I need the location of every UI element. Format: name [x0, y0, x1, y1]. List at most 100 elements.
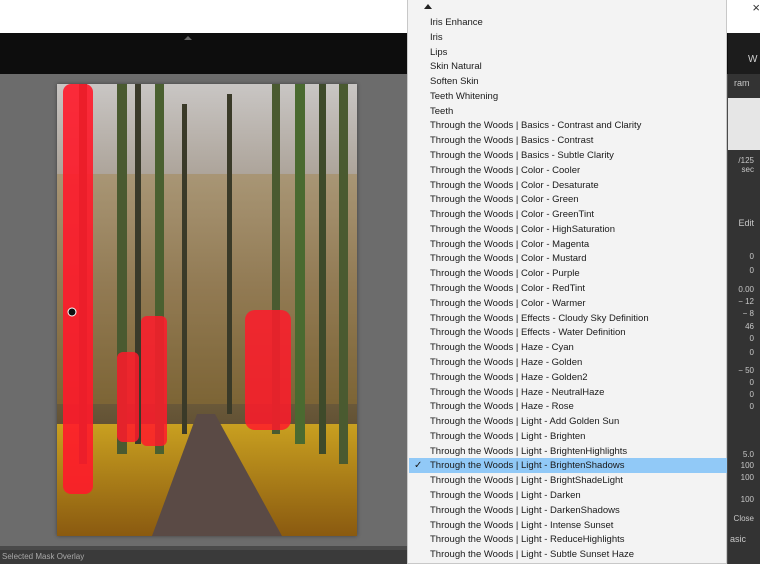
menu-item-label: Through the Woods | Color - Mustard — [430, 253, 587, 265]
menu-item-label: Through the Woods | Effects - Cloudy Sky… — [430, 312, 649, 324]
menu-item[interactable]: Teeth — [409, 104, 727, 119]
slider-value: 0.00 — [738, 285, 754, 294]
slider-value: 0 — [749, 334, 754, 343]
menu-item-label: Through the Woods | Light - BrightenShad… — [430, 460, 625, 472]
menu-item-label: Teeth — [430, 105, 454, 117]
menu-item-label: Iris — [430, 31, 443, 43]
menu-item-label: Through the Woods | Color - Purple — [430, 268, 580, 280]
menu-item-label: Through the Woods | Color - GreenTint — [430, 209, 595, 221]
menu-item[interactable]: Through the Woods | Light - BrightenHigh… — [409, 444, 727, 459]
menu-item[interactable]: Through the Woods | Basics - Contrast an… — [409, 118, 727, 133]
menu-item[interactable]: Through the Woods | Light - DarkenShadow… — [409, 503, 727, 518]
menu-item[interactable]: Through the Woods | Light - Subtle Sunse… — [409, 547, 727, 562]
menu-item[interactable]: Teeth Whitening — [409, 89, 727, 104]
histogram-tab[interactable]: ram — [734, 78, 750, 88]
menu-item-label: Teeth Whitening — [430, 90, 499, 102]
menu-item[interactable]: Through the Woods | Effects - Water Defi… — [409, 325, 727, 340]
collapse-top-panel-icon[interactable] — [184, 36, 192, 40]
close-button[interactable]: Close — [726, 514, 754, 523]
menu-item[interactable]: Through the Woods | Haze - NeutralHaze — [409, 385, 727, 400]
status-bar: Selected Mask Overlay — [0, 550, 410, 564]
menu-item-label: Through the Woods | Light - Add Golden S… — [430, 416, 620, 428]
menu-item[interactable]: Iris — [409, 30, 727, 45]
menu-item[interactable]: Skin Natural — [409, 59, 727, 74]
slider-value: 0 — [749, 390, 754, 399]
menu-item[interactable]: Through the Woods | Color - Magenta — [409, 237, 727, 252]
menu-item[interactable]: Through the Woods | Light - Brighten — [409, 429, 727, 444]
menu-item[interactable]: Lips — [409, 45, 727, 60]
menu-item-label: Through the Woods | Basics - Subtle Clar… — [430, 150, 614, 162]
menu-item[interactable]: Through the Woods | Light - ReduceHighli… — [409, 532, 727, 547]
menu-item[interactable]: Through the Woods | Color - Mustard — [409, 251, 727, 266]
menu-item[interactable]: Through the Woods | Effects - Cloudy Sky… — [409, 311, 727, 326]
menu-item-label: Through the Woods | Color - Cooler — [430, 164, 581, 176]
forest-photo — [57, 84, 357, 536]
slider-value: − 12 — [738, 297, 754, 306]
menu-item-label: Through the Woods | Light - Subtle Sunse… — [430, 549, 635, 561]
menu-item[interactable]: Through the Woods | Color - Purple — [409, 266, 727, 281]
slider-value: 100 — [740, 473, 754, 482]
menu-item-label: Through the Woods | Light - Brighten — [430, 430, 586, 442]
menu-item[interactable]: Iris Enhance — [409, 15, 727, 30]
close-icon[interactable]: × — [752, 0, 760, 15]
panel-top-label: W — [748, 54, 758, 65]
menu-item[interactable]: Through the Woods | Basics - Subtle Clar… — [409, 148, 727, 163]
menu-item-label: Through the Woods | Light - BrightShadeL… — [430, 475, 623, 487]
menu-item-label: Through the Woods | Color - Desaturate — [430, 179, 599, 191]
menu-item[interactable]: Through the Woods | Light - Darken — [409, 488, 727, 503]
menu-item-label: Iris Enhance — [430, 17, 483, 28]
menu-item[interactable]: ✓ Through the Woods | Light - BrightenSha… — [409, 458, 727, 474]
menu-item[interactable]: Through the Woods | Haze - Golden2 — [409, 370, 727, 385]
menu-item-label: Through the Woods | Haze - NeutralHaze — [430, 386, 605, 398]
menu-item-label: Through the Woods | Haze - Golden2 — [430, 371, 588, 383]
menu-item[interactable]: Through the Woods | Light - Intense Suns… — [409, 518, 727, 533]
scroll-up-icon[interactable] — [424, 4, 432, 9]
menu-item[interactable]: Through the Woods | Color - Warmer — [409, 296, 727, 311]
menu-item-label: Through the Woods | Light - Darken — [430, 489, 581, 501]
menu-item-label: Through the Woods | Light - DarkenShadow… — [430, 504, 620, 516]
slider-value: 0 — [749, 252, 754, 261]
menu-item[interactable]: Soften Skin — [409, 74, 727, 89]
menu-item-label: Skin Natural — [430, 61, 482, 73]
basic-panel-label[interactable]: asic — [730, 534, 746, 544]
menu-item[interactable]: Through the Woods | Color - Green — [409, 192, 727, 207]
edit-button[interactable]: Edit — [726, 218, 754, 228]
menu-item[interactable]: Through the Woods | Color - GreenTint — [409, 207, 727, 222]
menu-item-label: Through the Woods | Light - BrightenHigh… — [430, 445, 628, 457]
menu-item-label: Through the Woods | Color - Green — [430, 194, 579, 206]
menu-item-label: Through the Woods | Haze - Golden — [430, 356, 583, 368]
menu-item-label: Lips — [430, 46, 448, 58]
menu-item[interactable]: Through the Woods | Light - BrightShadeL… — [409, 473, 727, 488]
menu-item[interactable]: Through the Woods | Haze - Golden — [409, 355, 727, 370]
menu-item-label: Through the Woods | Basics - Contrast — [430, 135, 594, 147]
slider-value: 100 — [740, 495, 754, 504]
menu-item-label: Through the Woods | Light - Intense Suns… — [430, 519, 614, 531]
shutter-readout: /125 sec — [738, 156, 754, 174]
menu-item[interactable]: Through the Woods | Color - Desaturate — [409, 178, 727, 193]
menu-item[interactable]: Through the Woods | Light - Add Golden S… — [409, 414, 727, 429]
slider-value: − 8 — [742, 309, 754, 318]
menu-item[interactable]: Through the Woods | Basics - Contrast — [409, 133, 727, 148]
menu-item-label: Through the Woods | Light - ReduceHighli… — [430, 534, 625, 546]
slider-value: − 50 — [738, 366, 754, 375]
slider-value: 0 — [749, 378, 754, 387]
menu-item[interactable]: Through the Woods | Haze - Rose — [409, 399, 727, 414]
slider-value: 46 — [745, 322, 754, 331]
menu-item[interactable]: Through the Woods | Haze - Cyan — [409, 340, 727, 355]
menu-item-label: Through the Woods | Color - Magenta — [430, 238, 590, 250]
menu-item-label: Through the Woods | Haze - Rose — [430, 401, 574, 413]
histogram — [728, 98, 760, 150]
photo-preview[interactable] — [57, 84, 357, 536]
slider-value: 5.0 — [742, 450, 754, 459]
preset-dropdown-menu: Iris Enhance Iris Lips Skin Natural Soften S… — [407, 0, 727, 564]
menu-item[interactable]: Through the Woods | Color - HighSaturati… — [409, 222, 727, 237]
menu-item-label: Through the Woods | Color - RedTint — [430, 283, 586, 295]
slider-value: 100 — [740, 461, 754, 470]
slider-value: 0 — [749, 402, 754, 411]
menu-item-label: Soften Skin — [430, 76, 479, 88]
slider-value: 0 — [749, 348, 754, 357]
menu-item-label: Through the Woods | Effects - Water Defi… — [430, 327, 626, 339]
menu-item[interactable]: Through the Woods | Color - RedTint — [409, 281, 727, 296]
checkmark-icon: ✓ — [414, 460, 423, 472]
menu-item[interactable]: Through the Woods | Color - Cooler — [409, 163, 727, 178]
